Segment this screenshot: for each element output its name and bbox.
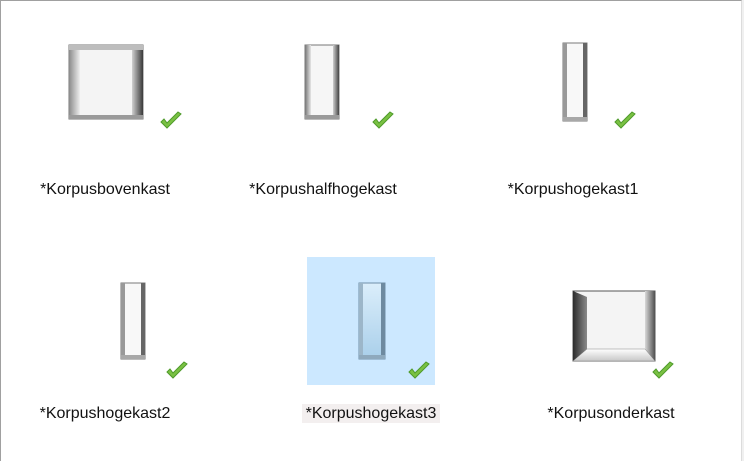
thumbnail-tile[interactable] <box>259 33 394 161</box>
cabinet-medium-tall-icon <box>304 44 340 120</box>
item-label: *Korpushogekast1 <box>507 181 639 198</box>
item-label: *Korpushogekast3 <box>271 404 471 424</box>
gallery-item-korpushogekast1[interactable]: *Korpushogekast1 <box>473 33 673 223</box>
green-checkmark-icon <box>614 111 636 129</box>
thumbnail-tile[interactable] <box>41 257 188 385</box>
cabinet-gallery-panel: *Korpusbovenkast *Korpushalfhogekast *Ko… <box>0 0 742 461</box>
gallery-item-korpushogekast2[interactable]: *Korpushogekast2 <box>5 257 205 447</box>
item-label: *Korpusonderkast <box>547 405 675 422</box>
thumbnail-tile[interactable] <box>547 257 675 385</box>
gallery-item-korpushogekast3[interactable]: *Korpushogekast3 <box>271 257 471 447</box>
green-checkmark-icon <box>372 111 394 129</box>
green-checkmark-icon <box>652 361 674 379</box>
item-label: *Korpushogekast2 <box>39 405 171 422</box>
gallery-item-korpusonderkast[interactable]: *Korpusonderkast <box>511 257 711 447</box>
cabinet-narrow-tall-icon <box>120 282 146 360</box>
thumbnail-tile-selected[interactable] <box>307 257 435 385</box>
cabinet-narrow-tall-icon <box>562 42 588 122</box>
item-label: *Korpusbovenkast <box>40 181 170 198</box>
thumbnail-tile[interactable] <box>509 33 637 161</box>
green-checkmark-icon <box>166 361 188 379</box>
gallery-item-korpushalfhogekast[interactable]: *Korpushalfhogekast <box>223 33 423 223</box>
green-checkmark-icon <box>408 361 430 379</box>
thumbnail-tile[interactable] <box>41 33 182 161</box>
green-checkmark-icon <box>160 111 182 129</box>
item-label: *Korpushalfhogekast <box>249 181 397 198</box>
gallery-item-korpusbovenkast[interactable]: *Korpusbovenkast <box>5 33 205 223</box>
cabinet-wide-upper-icon <box>68 44 144 120</box>
